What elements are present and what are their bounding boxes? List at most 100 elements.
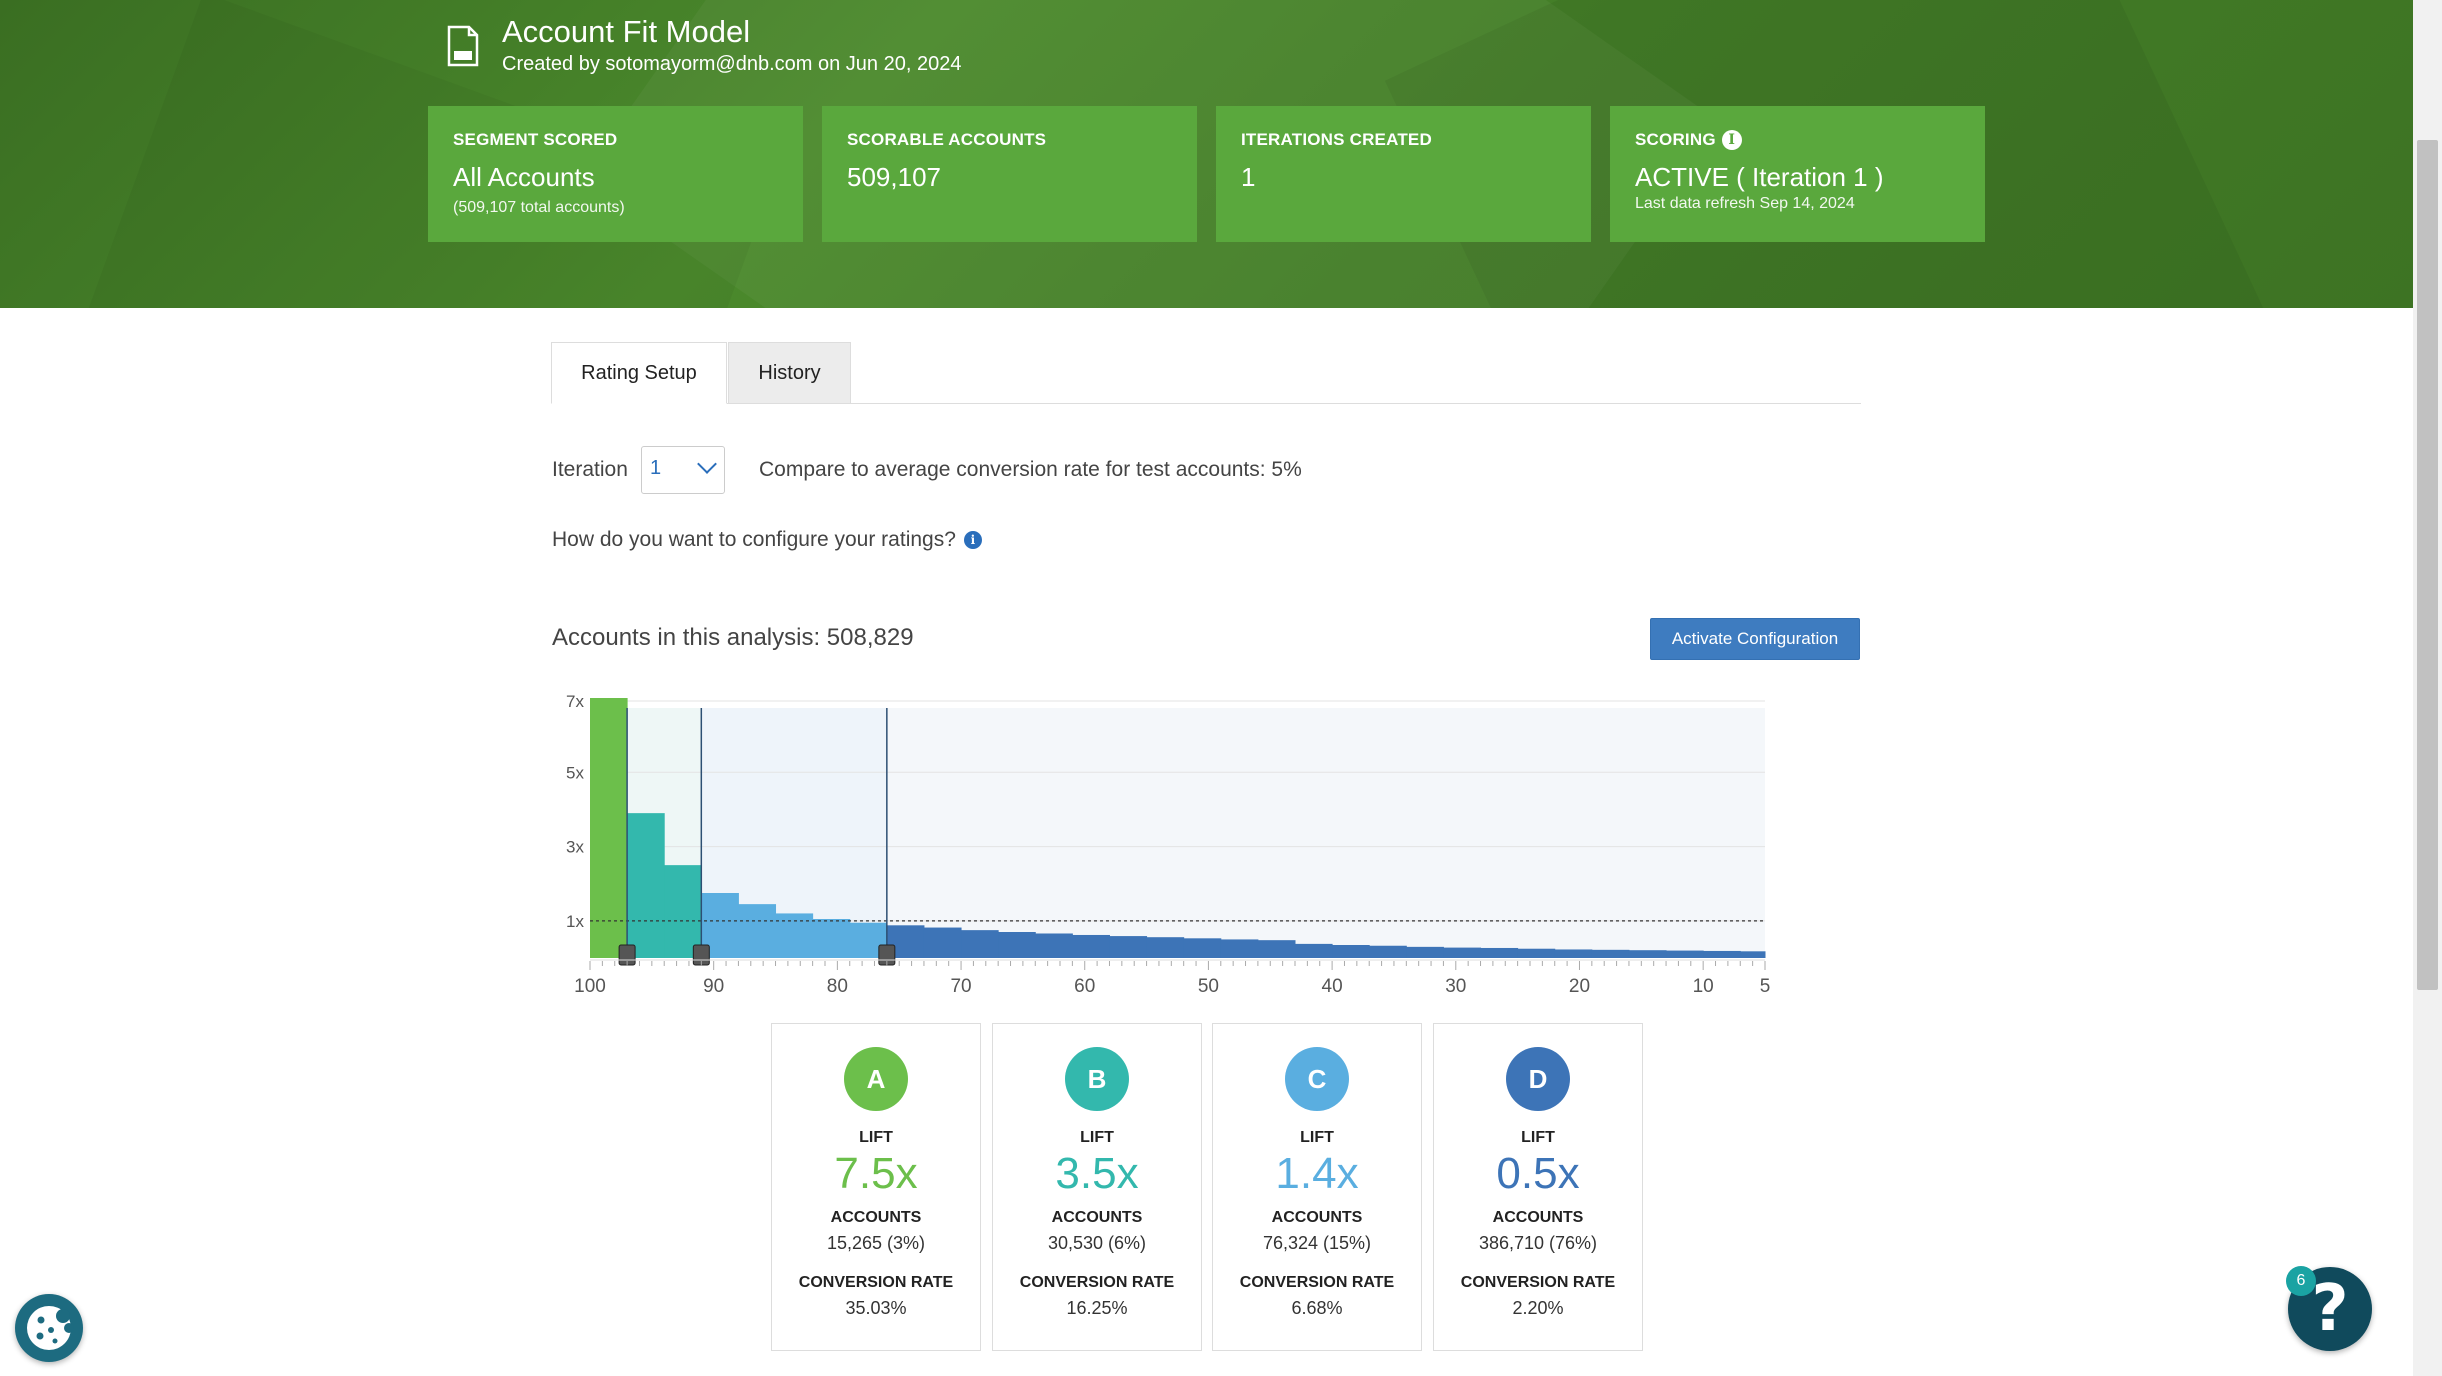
accounts-value: 15,265 (3%): [826, 1233, 926, 1253]
chevron-down-icon: [697, 454, 717, 474]
conversion-rate-label: CONVERSION RATE: [1019, 1274, 1175, 1291]
bar-15: [1146, 937, 1185, 958]
rating-card-d: D LIFT 0.5x ACCOUNTS 386,710 (76%) CONVERSION…: [1433, 1023, 1643, 1351]
analysis-count: Accounts in this analysis: 508,829: [552, 624, 914, 651]
tab-history[interactable]: History: [728, 342, 851, 404]
cookie-settings-button[interactable]: [15, 1294, 83, 1362]
y-tick-label: 3x: [566, 838, 584, 857]
bar-29: [1666, 950, 1704, 958]
bar-4: [738, 904, 777, 958]
bar-27: [1591, 949, 1630, 958]
bar-16: [1183, 938, 1222, 958]
lift-value: 1.4x: [1275, 1149, 1359, 1198]
bar-5: [775, 913, 814, 958]
tile-label: SCORABLE ACCOUNTS: [847, 130, 1047, 149]
conversion-rate-label: CONVERSION RATE: [1239, 1274, 1395, 1291]
tile-value: ACTIVE ( Iteration 1 ): [1635, 162, 1884, 192]
lift-value: 3.5x: [1055, 1149, 1139, 1198]
iteration-label: Iteration: [552, 458, 628, 481]
iterations-created-tile: ITERATIONS CREATED 1: [1216, 106, 1591, 242]
rating-badge: C: [1285, 1047, 1349, 1111]
lift-label: LIFT: [859, 1129, 893, 1146]
compare-text: Compare to average conversion rate for t…: [759, 458, 1302, 481]
accounts-value: 30,530 (6%): [1047, 1233, 1147, 1253]
accounts-label: ACCOUNTS: [1051, 1209, 1143, 1226]
accounts-value: 76,324 (15%): [1262, 1233, 1372, 1253]
model-created-by: Created by sotomayorm@dnb.com on Jun 20,…: [502, 53, 962, 75]
iteration-select[interactable]: 1: [641, 446, 725, 494]
tab-rating-setup[interactable]: Rating Setup: [551, 342, 727, 404]
x-tick-label: 50: [1198, 976, 1219, 997]
lift-chart: 7x 5x 3x 1x 100 90 80 70 60 50 40 30 20 10 5: [566, 692, 1771, 997]
bar-14: [1109, 936, 1148, 958]
segment-scored-tile: SEGMENT SCORED All Accounts (509,107 tot…: [428, 106, 803, 242]
lift-label: LIFT: [1521, 1129, 1555, 1146]
file-icon: [447, 25, 479, 67]
tile-value: 1: [1241, 162, 1256, 192]
bar-20: [1332, 945, 1370, 958]
x-tick-label: 80: [827, 976, 848, 997]
accounts-value: 386,710 (76%): [1478, 1233, 1598, 1253]
scrollbar-thumb[interactable]: [2417, 140, 2438, 990]
x-tick-label: 10: [1693, 976, 1714, 997]
bar-12: [1035, 933, 1073, 958]
info-icon[interactable]: i: [1721, 130, 1742, 150]
conversion-rate-value: 16.25%: [1066, 1298, 1128, 1318]
model-header: Account Fit Model Created by sotomayorm@…: [0, 0, 2413, 308]
rating-badge: D: [1506, 1047, 1570, 1111]
x-tick-label: 90: [703, 976, 724, 997]
cookie-icon: [27, 1306, 74, 1350]
lift-label: LIFT: [1080, 1129, 1114, 1146]
bar-22: [1406, 946, 1444, 958]
bar-17: [1220, 939, 1259, 958]
rating-card-b: B LIFT 3.5x ACCOUNTS 30,530 (6%) CONVERSION R…: [992, 1023, 1202, 1351]
lift-value: 0.5x: [1496, 1149, 1580, 1198]
conversion-rate-label: CONVERSION RATE: [1460, 1274, 1616, 1291]
conversion-rate-value: 2.20%: [1512, 1298, 1564, 1318]
iteration-selected-value: 1: [650, 457, 662, 479]
model-title: Account Fit Model: [502, 14, 751, 49]
bar-18: [1257, 940, 1296, 958]
conversion-rate-value: 6.68%: [1291, 1298, 1343, 1318]
config-question-text: How do you want to configure your rating…: [552, 528, 956, 551]
bar-19: [1295, 943, 1333, 958]
y-tick-label: 1x: [566, 912, 584, 931]
rating-badge: B: [1065, 1047, 1129, 1111]
bar-30: [1703, 950, 1741, 958]
accounts-label: ACCOUNTS: [1271, 1209, 1363, 1226]
rating-badge: A: [844, 1047, 908, 1111]
activate-configuration-button[interactable]: Activate Configuration: [1650, 618, 1860, 660]
help-notification-badge: 6: [2286, 1266, 2316, 1296]
config-question: How do you want to configure your rating…: [552, 528, 982, 552]
bar-0: [590, 698, 628, 958]
tile-value: 509,107: [847, 162, 941, 192]
bar-23: [1443, 947, 1482, 958]
accounts-label: ACCOUNTS: [830, 1209, 922, 1226]
scoring-tile: SCORING i ACTIVE ( Iteration 1 ) Last da…: [1610, 106, 1985, 242]
tile-value: All Accounts: [453, 162, 595, 192]
bar-24: [1480, 947, 1519, 958]
bar-28: [1628, 950, 1667, 958]
lift-label: LIFT: [1300, 1129, 1334, 1146]
bar-21: [1369, 945, 1407, 958]
bar-10: [961, 930, 999, 958]
bar-13: [1072, 934, 1110, 958]
tile-sub: Last data refresh Sep 14, 2024: [1635, 195, 1855, 212]
bar-1: [627, 813, 665, 958]
tile-label: SEGMENT SCORED: [453, 130, 618, 149]
x-tick-label: 70: [950, 976, 971, 997]
accounts-label: ACCOUNTS: [1492, 1209, 1584, 1226]
x-tick-label: 100: [574, 976, 606, 997]
bar-25: [1517, 948, 1556, 958]
tile-label: SCORING i: [1635, 130, 1960, 150]
conversion-rate-value: 35.03%: [845, 1298, 907, 1318]
bar-9: [923, 927, 962, 958]
bar-6: [812, 919, 851, 958]
y-tick-label: 7x: [566, 692, 584, 711]
info-icon[interactable]: i: [963, 531, 982, 549]
x-tick-label: 5: [1760, 976, 1771, 997]
page-scrollbar[interactable]: [2413, 0, 2442, 1376]
x-tick-label: 40: [1322, 976, 1343, 997]
x-tick-label: 20: [1569, 976, 1590, 997]
y-tick-label: 5x: [566, 763, 584, 782]
